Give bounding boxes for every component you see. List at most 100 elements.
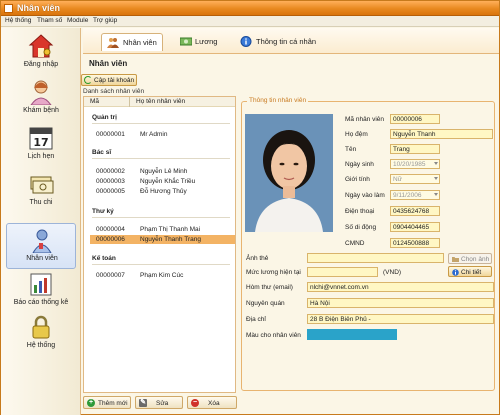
field-join-date[interactable]: 9/11/2006 <box>390 190 440 200</box>
field-address[interactable]: 28 B Điện Biên Phủ - <box>307 314 494 324</box>
title-bar: Nhân viên <box>1 1 499 16</box>
nav-label: Khám bệnh <box>23 107 59 114</box>
delete-button[interactable]: − Xóa <box>187 396 237 409</box>
field-photo-path[interactable] <box>307 253 444 263</box>
row-code: 00000001 <box>96 131 125 138</box>
info-icon <box>452 269 459 276</box>
delete-label: Xóa <box>208 400 220 407</box>
row-code: 00000005 <box>96 188 125 195</box>
group-header: Kế toán <box>92 255 116 262</box>
nav-lich-hen[interactable]: 17 Lịch hẹn <box>6 122 76 168</box>
page-title: Nhân viên <box>89 59 128 68</box>
row-code: 00000003 <box>96 178 125 185</box>
doctor-icon <box>30 80 52 105</box>
app-window: Nhân viên Hệ thống Tham số Module Trợ gi… <box>0 0 500 415</box>
label-address: Địa chỉ <box>246 316 266 323</box>
field-firstname[interactable]: Trang <box>390 144 440 154</box>
row-name: Nguyễn Lê Minh <box>140 168 188 175</box>
field-lastname[interactable]: Nguyễn Thanh <box>390 129 493 139</box>
list-item[interactable]: 00000002 Nguyễn Lê Minh <box>90 167 235 176</box>
list-item[interactable]: 00000003 Nguyễn Khắc Triều <box>90 177 235 186</box>
join-date-value: 9/11/2006 <box>393 192 422 199</box>
nav-he-thong[interactable]: Hệ thống <box>6 311 76 357</box>
choose-photo-button[interactable]: Chọn ảnh <box>448 253 492 264</box>
nav-kham-benh[interactable]: Khám bệnh <box>6 76 76 122</box>
list-item[interactable]: 00000007 Phạm Kim Cúc <box>90 271 235 280</box>
add-label: Thêm mới <box>98 400 128 407</box>
row-name: Phạm Thị Thanh Mai <box>140 226 201 233</box>
svg-text:17: 17 <box>33 136 48 149</box>
label-mobile: Số di động <box>345 224 377 231</box>
label-birth: Ngày sinh <box>345 161 374 168</box>
pencil-icon: ✎ <box>139 399 147 407</box>
field-hometown[interactable]: Hà Nội <box>307 298 494 308</box>
window-title: Nhân viên <box>17 3 61 13</box>
group-divider <box>92 123 230 124</box>
field-email[interactable]: nlchi@vnnet.com.vn <box>307 282 494 292</box>
list-item-selected[interactable]: 00000006 Nguyễn Thanh Trang <box>90 235 235 244</box>
birthdate-value: 10/20/1985 <box>393 161 426 168</box>
refresh-button[interactable]: Cập tải khoản <box>81 74 137 86</box>
tab-label: Lương <box>195 37 218 46</box>
list-item[interactable]: 00000001 Mr Admin <box>90 130 235 139</box>
calendar-icon: 17 <box>29 127 53 150</box>
column-header-name[interactable]: Họ tên nhân viên <box>136 98 185 105</box>
row-code: 00000006 <box>96 236 125 243</box>
field-mobile[interactable]: 0904404465 <box>390 222 440 232</box>
plus-icon: + <box>87 399 95 407</box>
label-color: Màu cho nhân viên <box>246 332 301 339</box>
label-salary: Mức lương hiện tại <box>246 269 301 276</box>
group-divider <box>92 158 230 159</box>
list-header: Mã Họ tên nhân viên <box>84 97 235 107</box>
column-header-code[interactable]: Mã <box>90 98 99 105</box>
employee-color-swatch[interactable] <box>307 329 397 340</box>
minus-icon: − <box>191 399 199 407</box>
list-item[interactable]: 00000005 Đỗ Hương Thủy <box>90 187 235 196</box>
group-header: Quản trị <box>92 114 117 121</box>
tab-thong-tin-ca-nhan[interactable]: Thông tin cá nhân <box>235 33 335 51</box>
edit-button[interactable]: ✎ Sửa <box>135 396 183 409</box>
field-birthdate[interactable]: 10/20/1985 <box>390 159 440 169</box>
row-name: Nguyễn Khắc Triều <box>140 178 196 185</box>
add-button[interactable]: + Thêm mới <box>83 396 131 409</box>
tab-luong[interactable]: Lương <box>175 33 225 51</box>
nav-label: Hệ thống <box>26 342 56 349</box>
field-cmnd[interactable]: 0124500888 <box>390 238 440 248</box>
gender-value: Nữ <box>393 176 403 183</box>
module-tabs: Nhân viên Lương Thông tin cá nhân <box>83 28 499 54</box>
menu-he-thong[interactable]: Hệ thống <box>5 17 31 24</box>
menu-tham-so[interactable]: Tham số <box>37 17 62 24</box>
field-gender[interactable]: Nữ <box>390 174 440 184</box>
field-phone[interactable]: 0435624768 <box>390 206 440 216</box>
tab-nhan-vien[interactable]: Nhân viên <box>101 33 163 51</box>
nav-bao-cao[interactable]: Báo cáo thống kê <box>6 268 76 314</box>
field-code[interactable]: 00000006 <box>390 114 440 124</box>
row-name: Phạm Kim Cúc <box>140 272 184 279</box>
list-item[interactable]: 00000004 Phạm Thị Thanh Mai <box>90 225 235 234</box>
nav-nhan-vien[interactable]: Nhân viên <box>6 223 76 269</box>
chevron-down-icon <box>434 193 438 196</box>
group-header: Thư ký <box>92 208 114 215</box>
list-label: Danh sách nhân viên <box>83 88 145 95</box>
row-code: 00000007 <box>96 272 125 279</box>
menu-module[interactable]: Module <box>67 17 88 24</box>
row-code: 00000004 <box>96 226 125 233</box>
details-button[interactable]: Chi tiết <box>448 266 492 277</box>
report-chart-icon <box>30 273 52 296</box>
label-email: Hòm thư (email) <box>246 284 293 291</box>
portrait-image <box>245 114 333 232</box>
nav-dang-nhap[interactable]: Đăng nhập <box>6 30 76 76</box>
salary-unit: (VND) <box>383 269 402 276</box>
chevron-down-icon <box>434 162 438 165</box>
label-gender: Giới tính <box>345 176 370 183</box>
employee-photo <box>245 114 333 232</box>
label-firstname: Tên <box>345 146 357 153</box>
group-divider <box>92 217 230 218</box>
nav-thu-chi[interactable]: Thu chi <box>6 168 76 214</box>
row-name: Nguyễn Thanh Trang <box>140 236 201 243</box>
field-salary[interactable] <box>307 267 378 277</box>
label-cmnd: CMND <box>345 240 365 247</box>
menu-tro-giup[interactable]: Trợ giúp <box>93 17 117 24</box>
column-divider[interactable] <box>129 97 130 107</box>
details-label: Chi tiết <box>461 269 482 276</box>
